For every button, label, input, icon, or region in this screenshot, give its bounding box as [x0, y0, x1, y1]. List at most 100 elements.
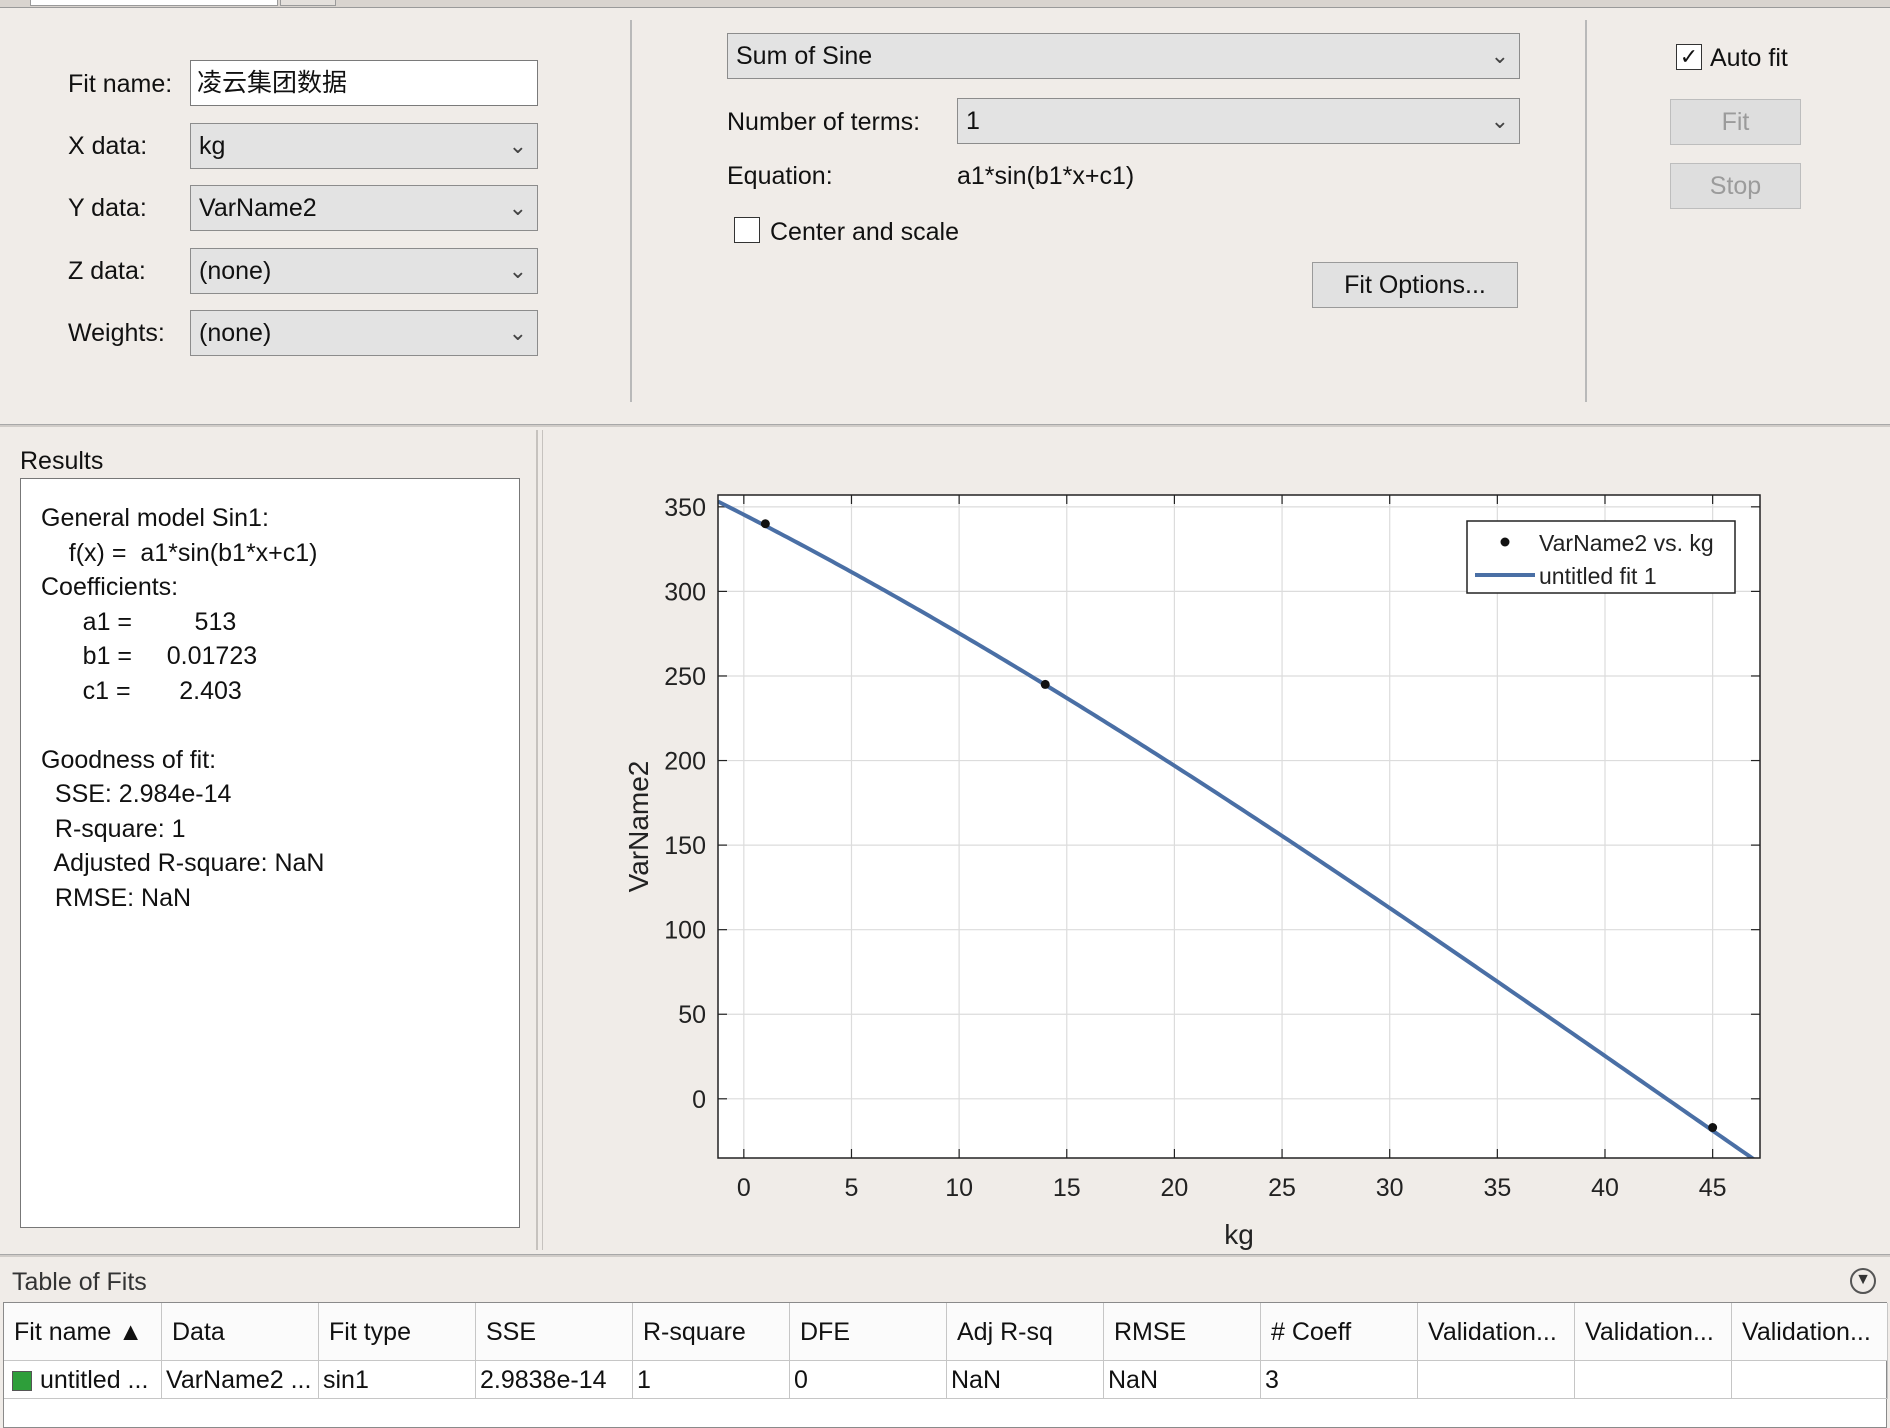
- fit-type-select[interactable]: Sum of Sine ⌄: [727, 33, 1520, 79]
- column-header[interactable]: Fit type: [319, 1303, 476, 1361]
- column-header[interactable]: # Coeff: [1261, 1303, 1418, 1361]
- fit-name-label: Fit name:: [68, 70, 173, 98]
- number-of-terms-select[interactable]: 1 ⌄: [957, 98, 1520, 144]
- y-tick-label: 50: [678, 1001, 706, 1029]
- legend-label-curve: untitled fit 1: [1539, 563, 1657, 589]
- column-header[interactable]: RMSE: [1104, 1303, 1261, 1361]
- equation-value: a1*sin(b1*x+c1): [957, 162, 1135, 190]
- y-tick-label: 200: [664, 748, 706, 776]
- y-tick-label: 300: [664, 578, 706, 606]
- fits-table: Fit name ▲ Data Fit type SSE R-square DFE Adj …: [3, 1302, 1888, 1428]
- auto-fit-checkbox[interactable]: ✓: [1676, 44, 1702, 70]
- x-data-select[interactable]: kg ⌄: [190, 123, 538, 169]
- table-cell: NaN: [1104, 1361, 1261, 1399]
- legend-marker-points: [1500, 537, 1510, 547]
- results-line: General model Sin1:: [41, 504, 269, 532]
- column-header[interactable]: R-square: [633, 1303, 790, 1361]
- table-cell: 2.9838e-14: [476, 1361, 633, 1399]
- chevron-down-icon: ⌄: [508, 258, 527, 283]
- x-data-value: kg: [199, 132, 226, 160]
- y-data-label: Y data:: [68, 194, 147, 222]
- table-cell: 3: [1261, 1361, 1418, 1399]
- panel-separator: [0, 424, 1890, 427]
- weights-value: (none): [199, 319, 272, 347]
- column-header[interactable]: SSE: [476, 1303, 633, 1361]
- y-tick-label: 150: [664, 832, 706, 860]
- results-line: R-square: 1: [41, 814, 186, 843]
- legend-label-points: VarName2 vs. kg: [1539, 530, 1714, 556]
- x-axis-label: kg: [1224, 1219, 1254, 1250]
- table-cell: 1: [633, 1361, 790, 1399]
- equation-label: Equation:: [727, 162, 833, 190]
- x-tick-label: 0: [737, 1174, 751, 1202]
- y-data-select[interactable]: VarName2 ⌄: [190, 185, 538, 231]
- x-tick-label: 40: [1591, 1174, 1619, 1202]
- fit-button[interactable]: Fit: [1670, 99, 1801, 145]
- column-header[interactable]: Adj R-sq: [947, 1303, 1104, 1361]
- chevron-down-icon: ⌄: [508, 195, 527, 220]
- z-data-label: Z data:: [68, 257, 146, 285]
- results-title: Results: [20, 447, 104, 475]
- table-cell: [1575, 1361, 1732, 1399]
- table-row[interactable]: untitled ... VarName2 ... sin1 2.9838e-14 1 0…: [4, 1361, 1888, 1399]
- weights-select[interactable]: (none) ⌄: [190, 310, 538, 356]
- number-of-terms-label: Number of terms:: [727, 108, 921, 136]
- table-cell: sin1: [319, 1361, 476, 1399]
- x-tick-label: 5: [845, 1174, 859, 1202]
- table-cell: untitled ...: [4, 1361, 162, 1399]
- weights-label: Weights:: [68, 319, 165, 347]
- column-header[interactable]: DFE: [790, 1303, 947, 1361]
- x-tick-label: 35: [1483, 1174, 1511, 1202]
- chevron-down-icon: ⌄: [508, 133, 527, 158]
- stop-button[interactable]: Stop: [1670, 163, 1801, 209]
- table-of-fits-title: Table of Fits: [12, 1268, 147, 1296]
- panel-divider: [630, 20, 632, 402]
- x-data-label: X data:: [68, 132, 148, 160]
- y-tick-label: 0: [692, 1086, 706, 1114]
- collapse-icon[interactable]: ▼: [1850, 1268, 1876, 1294]
- y-tick-label: 250: [664, 663, 706, 691]
- table-separator: [0, 1254, 1890, 1257]
- center-scale-checkbox[interactable]: [734, 217, 760, 243]
- results-line: b1 = 0.01723: [41, 642, 258, 670]
- x-tick-label: 45: [1699, 1174, 1727, 1202]
- results-line: [41, 708, 324, 743]
- results-line: RMSE: NaN: [41, 883, 192, 912]
- column-header[interactable]: Validation...: [1418, 1303, 1575, 1361]
- table-cell: 0: [790, 1361, 947, 1399]
- column-header[interactable]: Validation...: [1575, 1303, 1732, 1361]
- center-scale-label: Center and scale: [770, 218, 960, 246]
- results-textbox[interactable]: General model Sin1: f(x) = a1*sin(b1*x+c…: [20, 478, 520, 1228]
- x-tick-label: 25: [1268, 1174, 1296, 1202]
- table-cell: VarName2 ...: [162, 1361, 319, 1399]
- x-tick-label: 10: [945, 1174, 973, 1202]
- fit-plot[interactable]: 0 5 10 15 20 25 30 35 40 45 0 50 100 150 200 250 300 350 k…: [543, 430, 1890, 1250]
- column-header[interactable]: Data: [162, 1303, 319, 1361]
- fit-color-swatch: [12, 1371, 32, 1391]
- chevron-down-icon: ⌄: [508, 320, 527, 345]
- y-tick-label: 100: [664, 917, 706, 945]
- table-cell: [1418, 1361, 1575, 1399]
- results-line: Adjusted R-square: NaN: [41, 849, 325, 877]
- x-tick-label: 30: [1376, 1174, 1404, 1202]
- data-point: [1708, 1123, 1718, 1133]
- table-header: Fit name ▲ Data Fit type SSE R-square DFE Adj …: [4, 1303, 1888, 1361]
- checkmark-icon: ✓: [1679, 44, 1699, 69]
- fit-name-input[interactable]: 凌云集团数据: [190, 60, 538, 106]
- panel-divider: [1585, 20, 1587, 402]
- z-data-select[interactable]: (none) ⌄: [190, 248, 538, 294]
- chevron-down-icon: ⌄: [1490, 43, 1509, 68]
- x-tick-label: 15: [1053, 1174, 1081, 1202]
- results-line: SSE: 2.984e-14: [41, 780, 232, 808]
- column-header[interactable]: Fit name ▲: [4, 1303, 162, 1361]
- tab-fit-active[interactable]: [30, 0, 278, 6]
- results-line: a1 = 513: [41, 607, 237, 636]
- fit-options-button[interactable]: Fit Options...: [1312, 262, 1518, 308]
- number-of-terms-value: 1: [966, 107, 980, 135]
- auto-fit-label: Auto fit: [1710, 44, 1788, 72]
- data-point: [760, 519, 770, 529]
- y-data-value: VarName2: [199, 194, 317, 222]
- tab-new-fit[interactable]: [280, 0, 336, 6]
- column-header[interactable]: Validation...: [1732, 1303, 1888, 1361]
- fit-type-value: Sum of Sine: [736, 42, 873, 70]
